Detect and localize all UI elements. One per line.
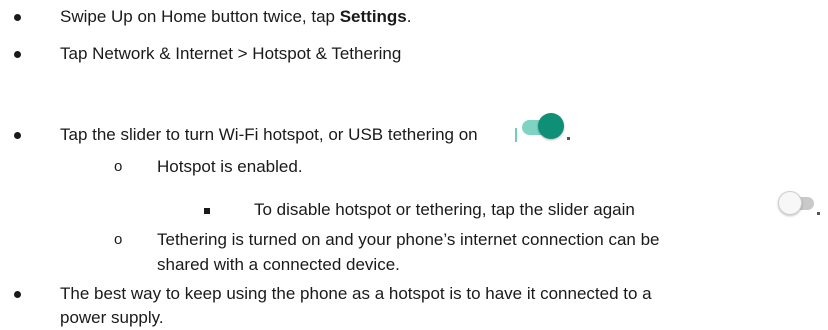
toggle-off-knob (778, 191, 802, 215)
instructions-document: Swipe Up on Home button twice, tap Setti… (0, 0, 828, 330)
sub-step-tethering-line-1: Tethering is turned on and your phone’s … (157, 230, 660, 249)
bullet-step-4 (14, 291, 21, 298)
settings-label: Settings (339, 7, 407, 26)
sub-step-hotspot-enabled: Hotspot is enabled. (157, 157, 303, 176)
bullet-step-1 (14, 14, 21, 21)
toggle-off-icon (778, 190, 818, 216)
toggle-on-icon (522, 112, 564, 142)
sub-step-tethering-line-2: shared with a connected device. (157, 255, 400, 274)
sub-sub-step-disable: To disable hotspot or tethering, tap the… (254, 200, 635, 219)
step-4-line-1: The best way to keep using the phone as … (60, 284, 652, 303)
sub-marker-1: o (114, 158, 123, 175)
toggle-on-edge (515, 128, 517, 142)
step-1-text: Swipe Up on Home button twice, tap (60, 7, 340, 26)
bullet-step-3 (14, 132, 21, 139)
step-1-period: . (406, 7, 412, 26)
step-2: Tap Network & Internet > Hotspot & Tethe… (60, 44, 402, 63)
period-after-toggle-off (817, 212, 820, 215)
square-bullet (204, 208, 210, 214)
sub-marker-2: o (114, 231, 123, 248)
bullet-step-2 (14, 51, 21, 58)
toggle-on-knob (538, 113, 564, 139)
step-4-line-2: power supply. (60, 308, 164, 327)
step-1: Swipe Up on Home button twice, tap Setti… (60, 7, 412, 27)
period-after-toggle-on (567, 137, 570, 140)
step-3: Tap the slider to turn Wi-Fi hotspot, or… (60, 125, 478, 144)
